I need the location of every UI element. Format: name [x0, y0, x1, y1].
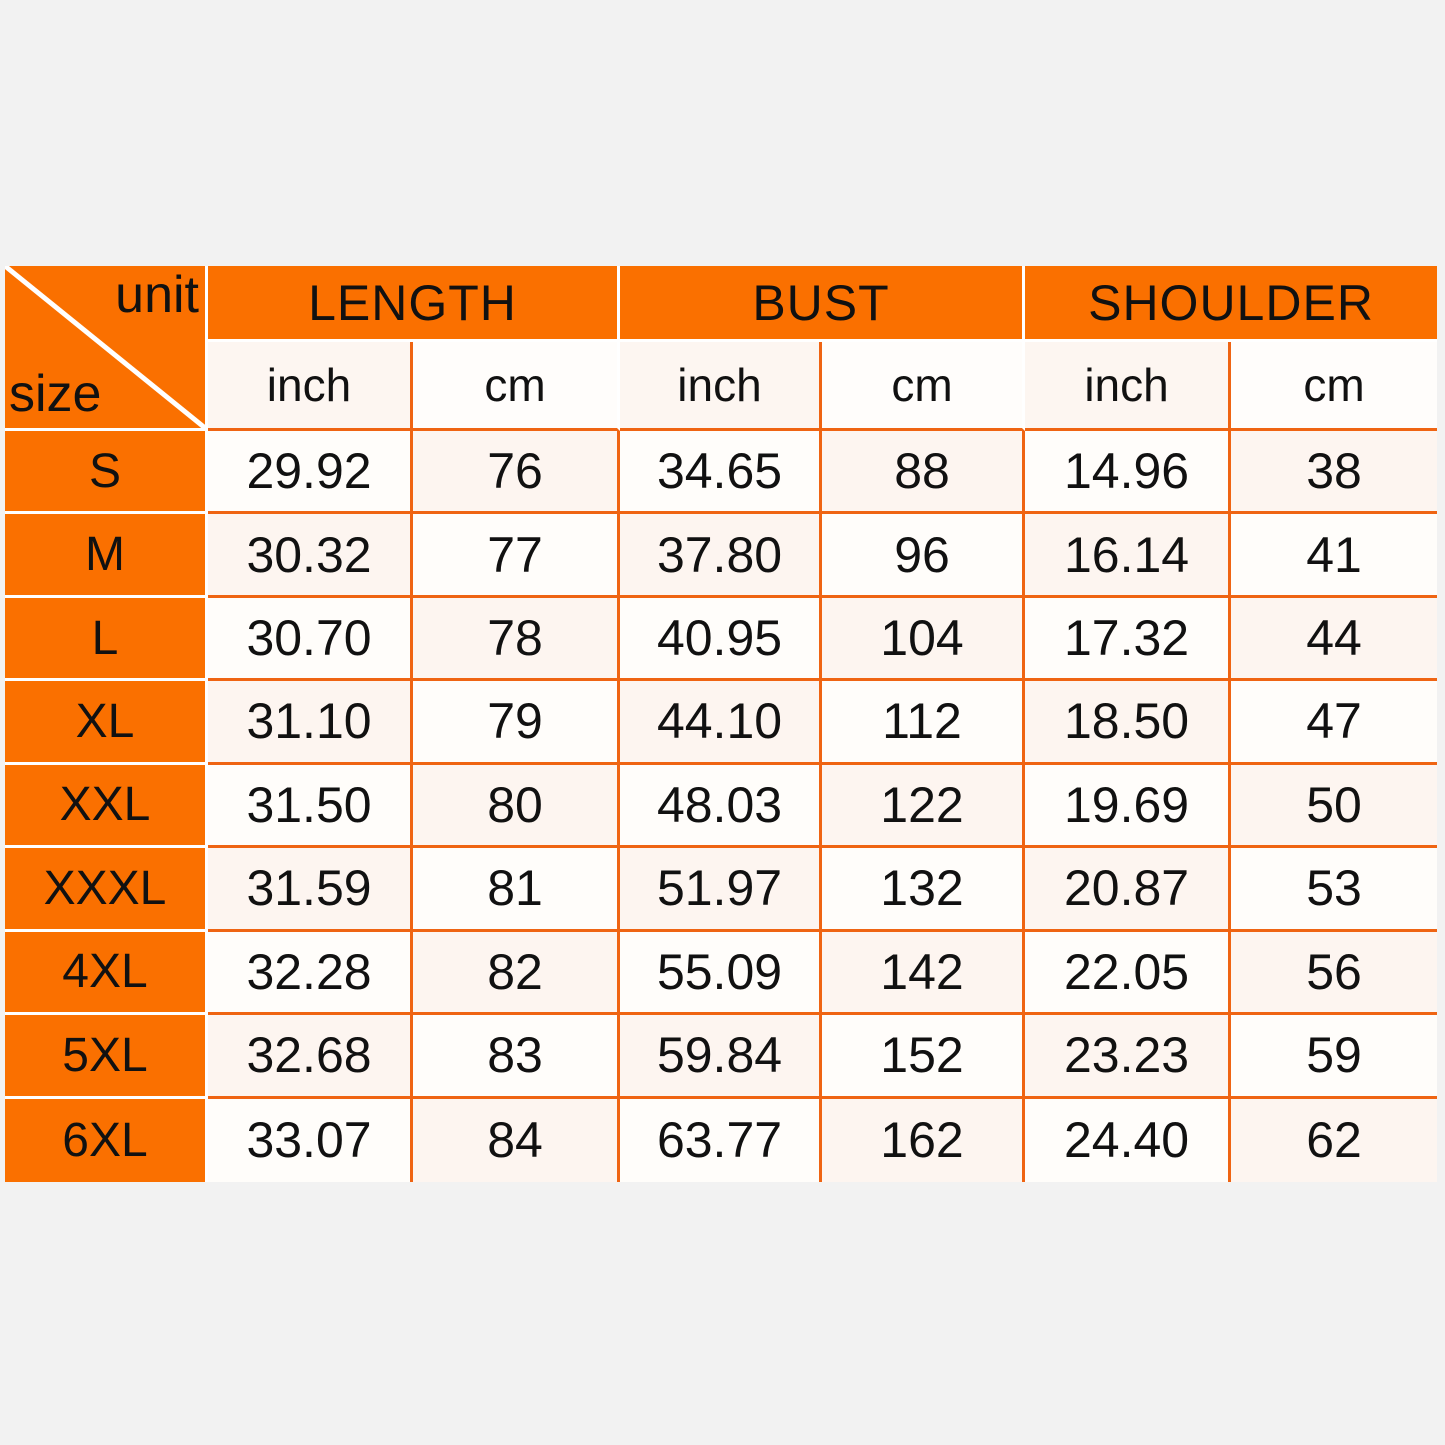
cell-bust-cm: 104	[822, 597, 1026, 682]
size-label-5xl: 5XL	[5, 1015, 208, 1099]
cell-shoulder-inch: 17.32	[1025, 597, 1232, 682]
cell-bust-inch: 55.09	[620, 931, 822, 1016]
size-label-xl: XL	[5, 681, 208, 765]
cell-shoulder-cm: 50	[1231, 764, 1438, 849]
size-chart-table: unit size LENGTH BUST SHOULDER inch cm i…	[5, 266, 1438, 1182]
group-header-shoulder: SHOULDER	[1025, 266, 1438, 343]
cell-bust-cm: 88	[822, 430, 1026, 515]
unit-header-length-inch: inch	[208, 342, 413, 431]
cell-bust-cm: 96	[822, 514, 1026, 598]
cell-length-cm: 81	[413, 848, 620, 932]
unit-header-bust-cm: cm	[822, 342, 1026, 431]
cell-length-inch: 31.59	[208, 848, 413, 932]
cell-shoulder-cm: 53	[1231, 848, 1438, 932]
cell-bust-inch: 59.84	[620, 1015, 822, 1099]
cell-bust-inch: 48.03	[620, 764, 822, 849]
cell-length-inch: 31.50	[208, 764, 413, 849]
cell-length-inch: 29.92	[208, 430, 413, 515]
size-label-xxl: XXL	[5, 764, 208, 849]
cell-length-inch: 32.68	[208, 1015, 413, 1099]
size-label-6xl: 6XL	[5, 1098, 208, 1182]
corner-size-label: size	[9, 365, 102, 424]
cell-shoulder-cm: 41	[1231, 514, 1438, 598]
cell-bust-cm: 132	[822, 848, 1026, 932]
cell-shoulder-inch: 23.23	[1025, 1015, 1232, 1099]
cell-bust-inch: 44.10	[620, 681, 822, 765]
cell-length-cm: 82	[413, 931, 620, 1016]
cell-length-cm: 83	[413, 1015, 620, 1099]
size-label-s: S	[5, 430, 208, 515]
unit-header-length-cm: cm	[413, 342, 620, 431]
cell-length-cm: 79	[413, 681, 620, 765]
cell-shoulder-cm: 38	[1231, 430, 1438, 515]
cell-shoulder-cm: 62	[1231, 1098, 1438, 1182]
table-row: XXXL 31.59 81 51.97 132 20.87 53	[5, 848, 1438, 932]
size-label-l: L	[5, 597, 208, 682]
corner-unit-label: unit	[115, 266, 199, 324]
cell-bust-cm: 162	[822, 1098, 1026, 1182]
cell-shoulder-cm: 56	[1231, 931, 1438, 1016]
table-row: S 29.92 76 34.65 88 14.96 38	[5, 430, 1438, 515]
cell-bust-cm: 142	[822, 931, 1026, 1016]
table-row: 4XL 32.28 82 55.09 142 22.05 56	[5, 931, 1438, 1016]
cell-shoulder-inch: 14.96	[1025, 430, 1232, 515]
cell-bust-cm: 112	[822, 681, 1026, 765]
cell-bust-inch: 34.65	[620, 430, 822, 515]
unit-header-bust-inch: inch	[620, 342, 822, 431]
cell-shoulder-inch: 18.50	[1025, 681, 1232, 765]
table-row: XXL 31.50 80 48.03 122 19.69 50	[5, 764, 1438, 849]
cell-length-inch: 32.28	[208, 931, 413, 1016]
table-row: 6XL 33.07 84 63.77 162 24.40 62	[5, 1098, 1438, 1182]
size-chart-body: unit size LENGTH BUST SHOULDER inch cm i…	[5, 266, 1438, 1182]
unit-header-shoulder-inch: inch	[1025, 342, 1232, 431]
cell-bust-inch: 37.80	[620, 514, 822, 598]
cell-bust-inch: 40.95	[620, 597, 822, 682]
cell-bust-inch: 63.77	[620, 1098, 822, 1182]
table-row: L 30.70 78 40.95 104 17.32 44	[5, 597, 1438, 682]
group-header-bust: BUST	[620, 266, 1026, 343]
cell-length-inch: 30.32	[208, 514, 413, 598]
cell-bust-inch: 51.97	[620, 848, 822, 932]
cell-length-inch: 33.07	[208, 1098, 413, 1182]
table-row: XL 31.10 79 44.10 112 18.50 47	[5, 681, 1438, 765]
table-row: M 30.32 77 37.80 96 16.14 41	[5, 514, 1438, 598]
cell-bust-cm: 122	[822, 764, 1026, 849]
size-label-m: M	[5, 514, 208, 598]
cell-shoulder-inch: 20.87	[1025, 848, 1232, 932]
cell-length-cm: 78	[413, 597, 620, 682]
group-header-row: unit size LENGTH BUST SHOULDER	[5, 266, 1438, 431]
corner-unit-size-cell: unit size	[5, 266, 208, 431]
cell-shoulder-inch: 24.40	[1025, 1098, 1232, 1182]
cell-length-cm: 80	[413, 764, 620, 849]
cell-shoulder-cm: 59	[1231, 1015, 1438, 1099]
cell-shoulder-cm: 44	[1231, 597, 1438, 682]
cell-length-cm: 77	[413, 514, 620, 598]
group-header-length: LENGTH	[208, 266, 620, 343]
size-label-xxxl: XXXL	[5, 848, 208, 932]
cell-length-cm: 76	[413, 430, 620, 515]
cell-shoulder-cm: 47	[1231, 681, 1438, 765]
cell-shoulder-inch: 19.69	[1025, 764, 1232, 849]
cell-length-inch: 30.70	[208, 597, 413, 682]
cell-shoulder-inch: 16.14	[1025, 514, 1232, 598]
cell-length-inch: 31.10	[208, 681, 413, 765]
size-chart-container: unit size LENGTH BUST SHOULDER inch cm i…	[5, 266, 1438, 1182]
cell-bust-cm: 152	[822, 1015, 1026, 1099]
cell-shoulder-inch: 22.05	[1025, 931, 1232, 1016]
unit-header-row: inch cm inch cm inch cm	[5, 342, 1438, 431]
size-label-4xl: 4XL	[5, 931, 208, 1016]
table-row: 5XL 32.68 83 59.84 152 23.23 59	[5, 1015, 1438, 1099]
cell-length-cm: 84	[413, 1098, 620, 1182]
unit-header-shoulder-cm: cm	[1231, 342, 1438, 431]
